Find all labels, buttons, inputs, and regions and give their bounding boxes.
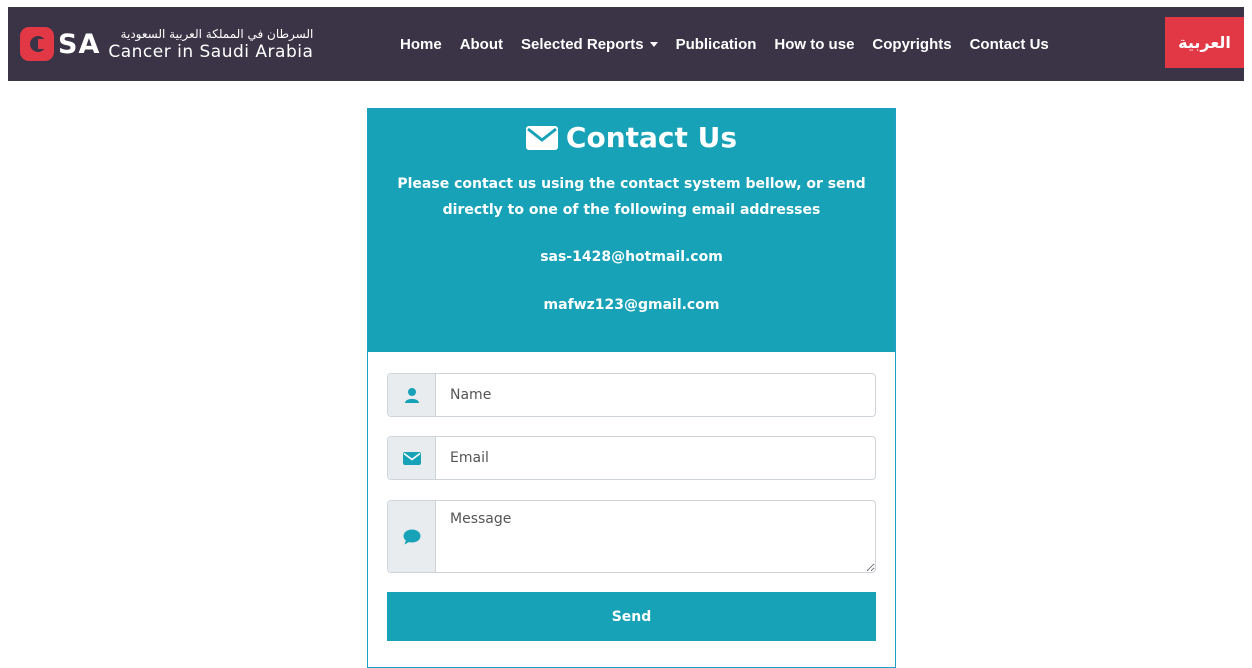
comment-icon: [388, 501, 436, 572]
user-icon: [388, 374, 436, 416]
brand-arabic-tagline: السرطان في المملكة العربية السعودية: [120, 26, 314, 41]
message-field-group: [387, 500, 876, 573]
brand-logo[interactable]: SA السرطان في المملكة العربية السعودية C…: [20, 7, 313, 81]
top-navbar: SA السرطان في المملكة العربية السعودية C…: [8, 7, 1244, 81]
contact-title-text: Contact Us: [565, 121, 738, 154]
nav-publication[interactable]: Publication: [676, 36, 757, 53]
message-textarea[interactable]: [436, 501, 875, 572]
send-button[interactable]: Send: [387, 592, 876, 641]
email-input[interactable]: [436, 437, 875, 479]
nav-home[interactable]: Home: [400, 36, 442, 53]
email-field-group: [387, 436, 876, 480]
contact-card: Contact Us Please contact us using the c…: [367, 108, 896, 668]
brand-text: السرطان في المملكة العربية السعودية Canc…: [108, 27, 313, 62]
nav-how-to-use[interactable]: How to use: [774, 36, 854, 53]
contact-title: Contact Us: [368, 121, 895, 154]
nav-copyrights[interactable]: Copyrights: [872, 36, 951, 53]
nav-selected-reports-label: Selected Reports: [521, 35, 644, 53]
nav-about[interactable]: About: [460, 36, 503, 53]
arabic-language-button[interactable]: العربية: [1165, 17, 1244, 68]
nav-contact-us[interactable]: Contact Us: [970, 36, 1049, 53]
envelope-icon: [525, 125, 558, 150]
contact-description: Please contact us using the contact syst…: [397, 176, 866, 218]
brand-english-name: Cancer in Saudi Arabia: [108, 41, 314, 62]
caret-down-icon: [649, 42, 658, 48]
name-field-group: [387, 373, 876, 417]
envelope-icon: [388, 437, 436, 479]
nav-links: Home About Selected Reports Publication …: [400, 7, 1049, 81]
logo-text: SA: [58, 28, 101, 60]
contact-header: Contact Us Please contact us using the c…: [368, 109, 895, 352]
email-address[interactable]: sas-1428@hotmail.com: [368, 249, 895, 265]
csa-logo-icon: [20, 27, 54, 61]
nav-selected-reports[interactable]: Selected Reports: [521, 36, 658, 53]
email-address[interactable]: mafwz123@gmail.com: [368, 297, 895, 313]
name-input[interactable]: [436, 374, 875, 416]
